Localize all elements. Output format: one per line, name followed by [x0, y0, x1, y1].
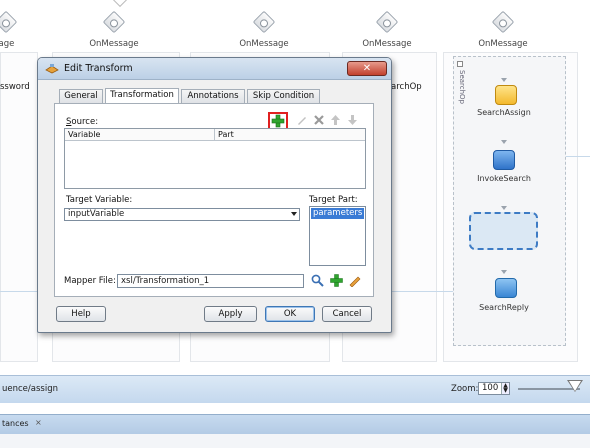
- tab-skip-condition[interactable]: Skip Condition: [247, 89, 320, 103]
- target-part-list[interactable]: parameters: [309, 206, 366, 266]
- activity-label-searchassign: SearchAssign: [477, 108, 531, 117]
- onmessage-label: ssage: [0, 39, 15, 49]
- connector-line: [0, 291, 37, 292]
- onmessage-icon[interactable]: [491, 10, 515, 34]
- invoke-activity-icon[interactable]: [493, 150, 515, 170]
- tab-general[interactable]: General: [59, 89, 103, 103]
- source-label: Source:: [66, 117, 99, 127]
- add-icon: [271, 114, 285, 128]
- onmessage-label: OnMessage: [89, 39, 139, 49]
- onmessage-icon[interactable]: [102, 10, 126, 34]
- partial-label-password: ssword: [0, 82, 30, 92]
- assign-activity-icon[interactable]: [495, 85, 517, 105]
- search-icon[interactable]: [311, 274, 324, 287]
- close-icon: ✕: [362, 63, 372, 74]
- target-variable-select[interactable]: inputVariable: [64, 208, 300, 221]
- onmessage-icon[interactable]: [252, 10, 276, 34]
- zoom-slider-thumb[interactable]: [569, 381, 581, 391]
- transform-icon: [45, 64, 59, 74]
- target-variable-value: inputVariable: [68, 209, 125, 219]
- target-part-label: Target Part:: [309, 195, 358, 205]
- move-down-icon[interactable]: [347, 114, 358, 126]
- bottom-panel: [0, 434, 590, 448]
- column-divider[interactable]: [214, 129, 215, 141]
- reply-activity-icon[interactable]: [495, 278, 517, 298]
- add-icon[interactable]: [330, 274, 343, 287]
- apply-button-label: Apply: [218, 309, 243, 319]
- breadcrumb[interactable]: uence/assign: [2, 384, 58, 394]
- edit-icon[interactable]: [296, 114, 308, 126]
- dialog-title: Edit Transform: [64, 63, 133, 74]
- flow-arrow-icon: [501, 270, 507, 274]
- ok-button[interactable]: OK: [265, 306, 315, 322]
- onmessage-icon[interactable]: [375, 10, 399, 34]
- top-partial-diamond: [112, 0, 128, 8]
- source-table[interactable]: Variable Part: [64, 128, 366, 189]
- flow-arrow-icon: [501, 78, 507, 82]
- bottom-tab-strip: [0, 414, 590, 434]
- list-item[interactable]: parameters: [311, 208, 364, 219]
- zoom-value: 100: [482, 383, 499, 393]
- dialog-titlebar[interactable]: Edit Transform ✕: [38, 58, 391, 80]
- onmessage-label: OnMessage: [362, 39, 412, 49]
- bottom-tab-instances[interactable]: tances: [2, 419, 29, 428]
- apply-button[interactable]: Apply: [204, 306, 257, 322]
- mapper-file-label: Mapper File:: [64, 276, 116, 286]
- flow-arrow-icon: [501, 206, 507, 210]
- column-header-part[interactable]: Part: [218, 130, 234, 139]
- ok-button-label: OK: [283, 309, 297, 319]
- chevron-down-icon: [291, 212, 297, 216]
- scope-collapse-icon[interactable]: [457, 61, 463, 67]
- mapper-file-value: xsl/Transformation_1: [121, 276, 210, 286]
- flow-arrow-icon: [501, 140, 507, 144]
- cancel-button-label: Cancel: [332, 309, 362, 319]
- tab-transformation[interactable]: Transformation: [105, 88, 179, 104]
- help-button-label: Help: [71, 309, 91, 319]
- delete-icon[interactable]: [313, 114, 325, 126]
- close-icon[interactable]: ×: [35, 418, 42, 427]
- mapper-file-input[interactable]: xsl/Transformation_1: [117, 274, 304, 288]
- source-table-header: Variable Part: [65, 129, 365, 141]
- onmessage-icon[interactable]: [0, 10, 18, 34]
- partial-label-searchop: archOp: [391, 82, 422, 92]
- tab-annotations[interactable]: Annotations: [181, 89, 245, 103]
- help-button[interactable]: Help: [56, 306, 106, 322]
- edit-icon[interactable]: [348, 274, 361, 287]
- target-variable-label: Target Variable:: [66, 195, 133, 205]
- zoom-label: Zoom:: [451, 384, 479, 394]
- activity-label-searchreply: SearchReply: [479, 303, 529, 312]
- column-header-variable[interactable]: Variable: [68, 130, 100, 139]
- zoom-spinner[interactable]: ▲ ▼: [501, 383, 509, 394]
- onmessage-label: OnMessage: [239, 39, 289, 49]
- move-up-icon[interactable]: [330, 114, 341, 126]
- close-button[interactable]: ✕: [347, 61, 387, 76]
- onmessage-branch: [0, 52, 38, 362]
- drop-target-slot[interactable]: [469, 212, 538, 250]
- activity-label-invokesearch: InvokeSearch: [477, 174, 531, 183]
- zoom-input[interactable]: 100 ▲ ▼: [478, 382, 510, 395]
- cancel-button[interactable]: Cancel: [322, 306, 372, 322]
- scope-label: SearchOp: [458, 70, 466, 105]
- onmessage-label: OnMessage: [478, 39, 528, 49]
